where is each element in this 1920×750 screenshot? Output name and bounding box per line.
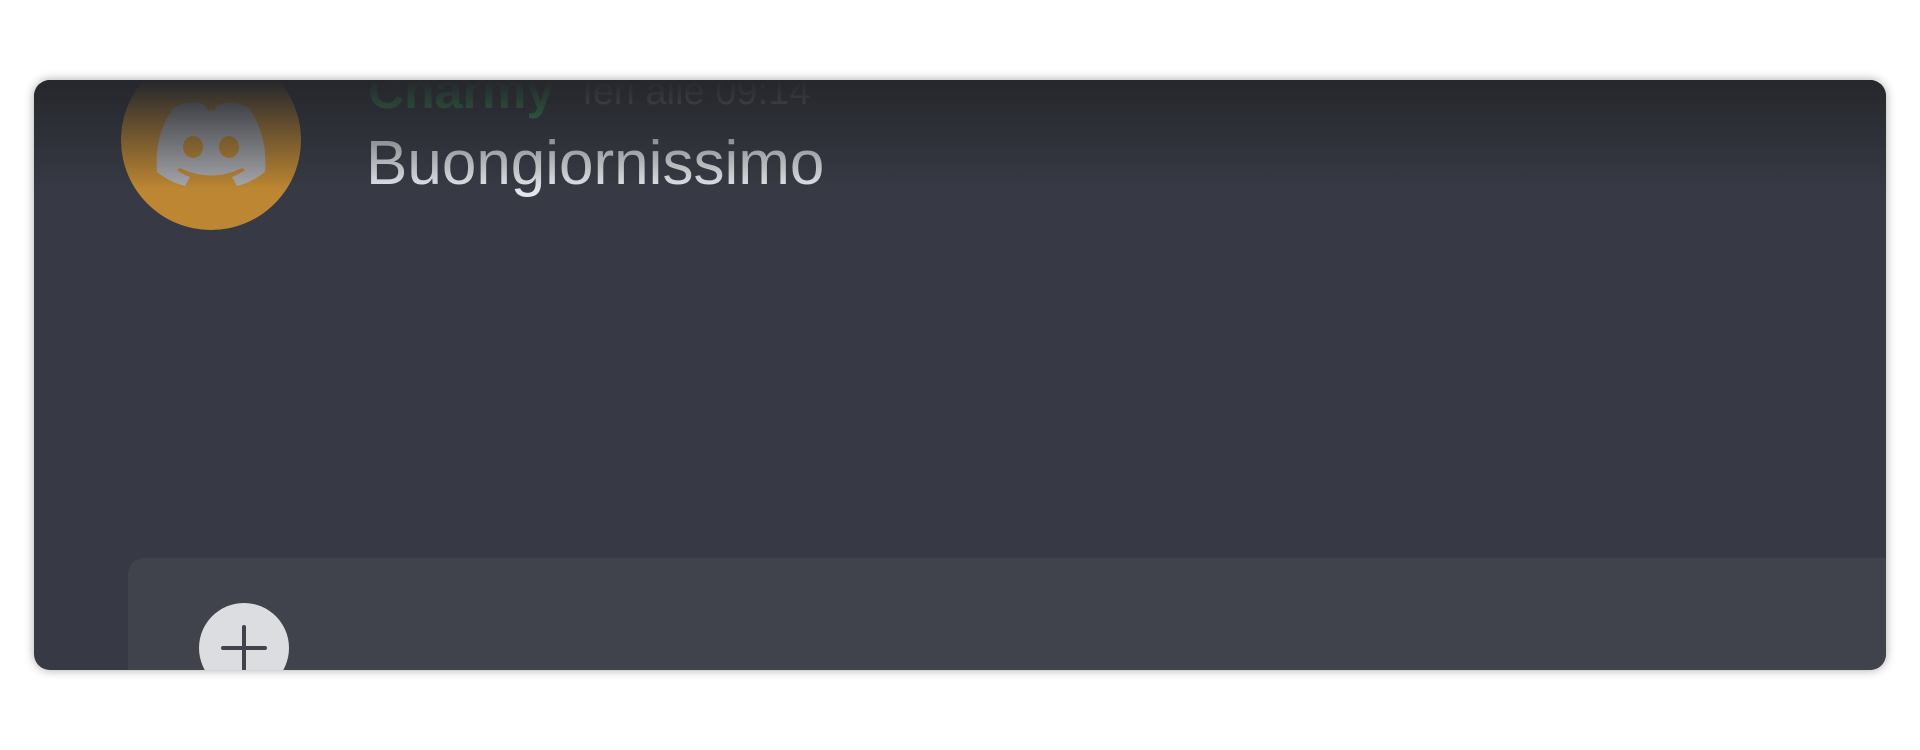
message-text: Buongiornissimo xyxy=(366,129,825,198)
add-attachment-button[interactable] xyxy=(199,603,289,670)
chat-window: Charmy Ieri alle 09:14 Buongiornissimo xyxy=(34,80,1886,670)
avatar[interactable] xyxy=(121,80,301,230)
timestamp: Ieri alle 09:14 xyxy=(582,80,811,113)
message-composer[interactable] xyxy=(128,558,1886,670)
plus-icon xyxy=(221,625,267,670)
top-fade-overlay xyxy=(34,80,1886,190)
discord-logo-icon xyxy=(156,102,266,186)
username[interactable]: Charmy xyxy=(368,80,554,120)
message-header: Charmy Ieri alle 09:14 xyxy=(368,80,810,120)
